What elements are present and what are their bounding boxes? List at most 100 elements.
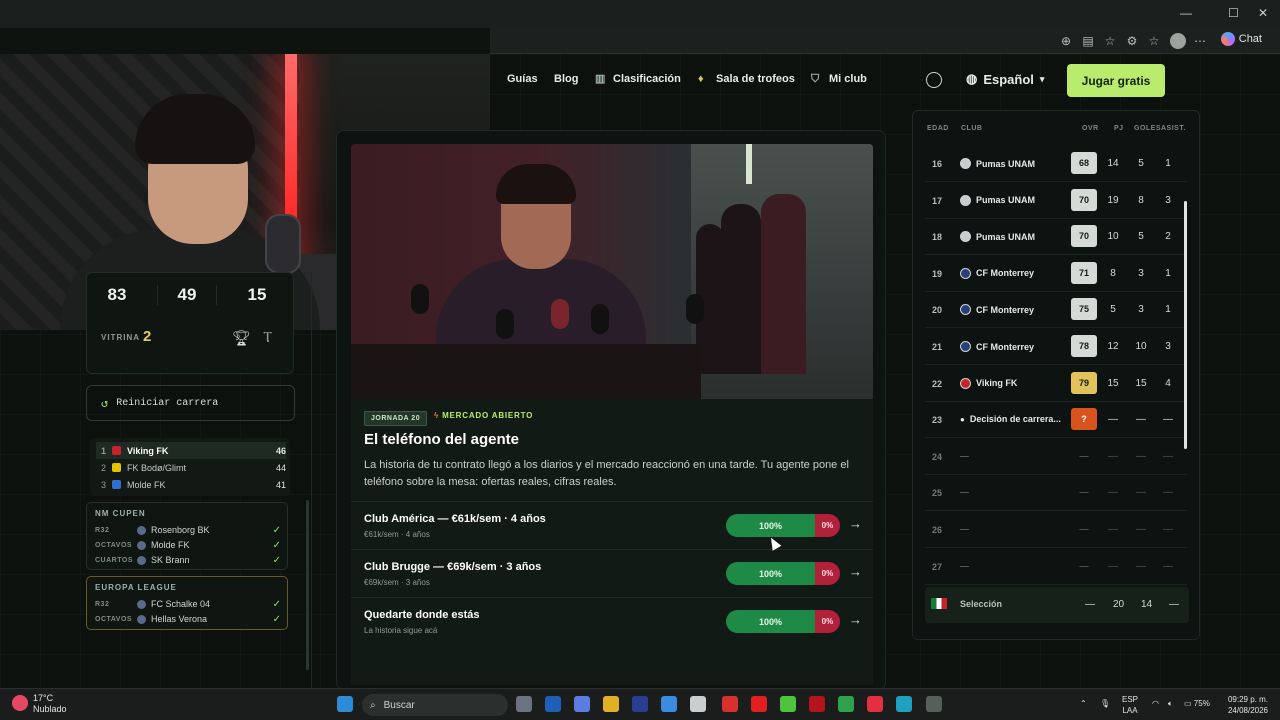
more-icon[interactable]: ⋯: [1192, 33, 1208, 49]
battery-indicator[interactable]: ▭ 75%: [1184, 698, 1210, 709]
vote-no: 0%: [814, 610, 840, 633]
globe-icon: ◍: [966, 71, 978, 86]
copilot-chat-button[interactable]: Chat: [1220, 32, 1262, 46]
career-age: 25: [932, 488, 943, 499]
edge-icon[interactable]: [896, 696, 912, 712]
cup-round: R32: [95, 600, 110, 608]
stat-goles: 49: [157, 285, 217, 305]
selection-ovr: —: [1085, 599, 1095, 610]
start-icon[interactable]: [337, 696, 353, 712]
league-team: Molde FK: [127, 479, 166, 490]
career-club: Pumas UNAM: [960, 194, 1080, 206]
career-ovr: 75: [1071, 298, 1097, 321]
offer-option[interactable]: Club Brugge — €69k/sem · 3 años €69k/sem …: [351, 549, 873, 597]
selection-pj: 20: [1113, 599, 1125, 610]
collections-icon[interactable]: ☆: [1146, 33, 1162, 49]
arrow-right-icon[interactable]: →: [849, 612, 862, 627]
wifi-icon[interactable]: ◠: [1152, 698, 1159, 709]
clock-date: 24/08/2026: [1227, 706, 1268, 715]
nav-ranking[interactable]: ▥ Clasificación: [595, 73, 681, 85]
app-icon[interactable]: [722, 696, 738, 712]
minimize-button[interactable]: —: [1180, 6, 1192, 20]
search-label: Buscar: [383, 699, 415, 711]
cup-round: OCTAVOS: [95, 541, 133, 549]
career-club-name: CF Monterrey: [976, 268, 1035, 279]
arrow-right-icon[interactable]: →: [849, 516, 862, 531]
extensions-icon[interactable]: ⚙: [1124, 33, 1140, 49]
check-icon: ✓: [272, 554, 281, 566]
cup-round-row: R32 FC Schalke 04 ✓: [95, 597, 281, 611]
user-icon[interactable]: [926, 72, 942, 88]
language-selector[interactable]: ◍ Español ▾: [966, 71, 1044, 87]
store-icon[interactable]: [690, 696, 706, 712]
stat-asist: 15: [247, 285, 267, 304]
vote-yes: 100%: [726, 514, 815, 537]
career-assists: —: [1163, 450, 1173, 462]
career-pj: —: [1108, 524, 1118, 535]
league-pos: 1: [100, 445, 106, 456]
career-ovr: 68: [1071, 152, 1097, 174]
weather-widget[interactable]: 17°C Nublado: [12, 693, 67, 715]
teammate-silhouette: [761, 194, 806, 374]
profile-icon[interactable]: [1170, 33, 1186, 49]
club-badge-icon: [112, 463, 121, 472]
arrow-right-icon[interactable]: →: [849, 564, 862, 579]
restart-career-button[interactable]: ↺ Reiniciar carrera: [86, 385, 295, 421]
nav-trophies[interactable]: ♦ Sala de trofeos: [698, 73, 795, 85]
history-scrollbar[interactable]: [1184, 201, 1187, 449]
music-icon[interactable]: [867, 696, 883, 712]
offer-option[interactable]: Club América — €61k/sem · 4 años €61k/sem…: [351, 501, 873, 549]
career-pj: —: [1108, 450, 1118, 462]
league-row: 2 FK Bodø/Glimt 44: [96, 459, 286, 476]
club-crest-icon: [960, 158, 971, 169]
xbox-icon[interactable]: [838, 696, 854, 712]
zoom-icon[interactable]: ⊕: [1058, 33, 1074, 49]
mic-icon[interactable]: 🎙︎: [1100, 698, 1110, 709]
task-view-icon[interactable]: [516, 696, 532, 712]
nav-blog[interactable]: Blog: [554, 73, 578, 85]
favorite-icon[interactable]: ☆: [1102, 33, 1118, 49]
career-ovr: 70: [1071, 188, 1097, 211]
round-tag: JORNADA 20: [364, 411, 428, 426]
app-icon[interactable]: [661, 696, 677, 712]
maximize-button[interactable]: ☐: [1228, 6, 1239, 20]
app-icon[interactable]: [632, 696, 648, 712]
browser-toolbar: ⊕ ▤ ☆ ⚙ ☆ ⋯ Chat: [490, 28, 1280, 54]
nav-myclub[interactable]: ⛉ Mi club: [811, 73, 867, 85]
kick-icon[interactable]: [780, 696, 796, 712]
nav-guides[interactable]: Guías: [507, 73, 538, 85]
career-club-name: Decisión de carrera...: [969, 414, 1061, 425]
tray-chevron-icon[interactable]: ⌃: [1080, 698, 1087, 709]
clock[interactable]: 09:29 p. m. 24/08/2026: [1222, 694, 1268, 716]
career-club: Viking FK: [960, 377, 1080, 389]
career-club-name: Pumas UNAM: [976, 231, 1036, 242]
chevron-down-icon: ▾: [1039, 73, 1045, 84]
story-card: JORNADA 20 ϟ MERCADO ABIERTO El teléfono…: [336, 130, 886, 690]
file-explorer-icon[interactable]: [603, 696, 619, 712]
cup-round: OCTAVOS: [95, 615, 133, 623]
volume-icon[interactable]: 🔈︎: [1168, 698, 1173, 709]
input-language[interactable]: ESP LAA: [1122, 694, 1138, 716]
youtube-icon[interactable]: [751, 696, 767, 712]
league-points: 46: [275, 445, 286, 456]
reader-icon[interactable]: ▤: [1080, 33, 1096, 49]
club-badge-icon: [112, 446, 121, 455]
copilot-app-icon[interactable]: [574, 696, 590, 712]
play-free-button[interactable]: Jugar gratis: [1067, 64, 1165, 97]
club-badge-icon: [137, 555, 146, 565]
taskbar-search[interactable]: ⌕ Buscar: [362, 694, 508, 716]
netflix-icon[interactable]: [809, 696, 825, 712]
career-club-name: —: [960, 560, 969, 571]
close-button[interactable]: ✕: [1258, 6, 1268, 20]
app-icon[interactable]: [926, 696, 942, 712]
app-icon[interactable]: [545, 696, 561, 712]
career-age: 22: [932, 378, 943, 389]
col-club: CLUB: [961, 125, 983, 132]
league-team: FK Bodø/Glimt: [127, 462, 187, 473]
ceiling-light: [746, 144, 752, 184]
club-crest-icon: [960, 231, 971, 243]
sidebar-scrollbar[interactable]: [306, 500, 309, 670]
offer-option[interactable]: Quedarte donde estás La historia sigue ac…: [351, 597, 873, 645]
vitrina-label: VITRINA: [101, 333, 140, 342]
press-mic: [591, 304, 609, 334]
